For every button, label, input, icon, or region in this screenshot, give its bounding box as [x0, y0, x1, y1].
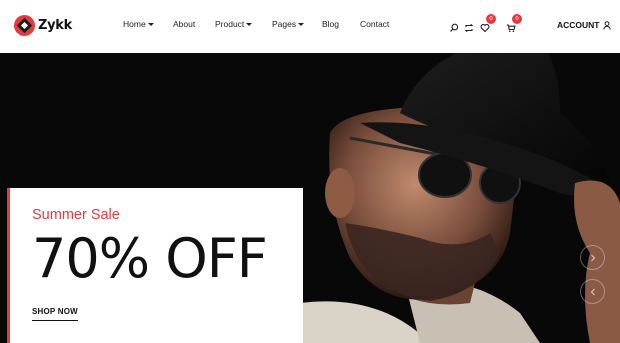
- user-icon: [602, 20, 611, 30]
- wishlist-button[interactable]: 0: [480, 14, 496, 33]
- promo-card: Summer Sale 70% OFF SHOP NOW: [7, 188, 303, 343]
- slider-next-button[interactable]: [580, 245, 605, 270]
- promo-title: 70% OFF: [32, 227, 268, 290]
- nav-label: Home: [123, 19, 146, 29]
- search-icon: [450, 23, 459, 32]
- nav-label: Contact: [360, 19, 390, 29]
- nav-item-product[interactable]: Product: [215, 19, 253, 29]
- wishlist-count-badge: 0: [486, 14, 496, 24]
- compare-button[interactable]: [464, 20, 474, 33]
- nav-label: Blog: [322, 19, 340, 29]
- chevron-left-icon: [590, 288, 595, 295]
- slider-prev-button[interactable]: [580, 279, 605, 304]
- nav-label: Product: [215, 19, 245, 29]
- cart-icon: [506, 24, 516, 33]
- brand-name: Zykk: [38, 18, 72, 33]
- heart-icon: [480, 23, 490, 33]
- nav-item-pages[interactable]: Pages: [272, 19, 305, 29]
- caret-down-icon: [147, 23, 154, 26]
- nav-item-blog[interactable]: Blog: [322, 19, 339, 29]
- search-button[interactable]: [449, 20, 459, 32]
- site-header: Zykk Home About Product Pages Blog Conta…: [0, 0, 620, 53]
- account-link[interactable]: ACCOUNT: [557, 20, 611, 30]
- logo-mark-icon: [14, 15, 35, 36]
- promo-subtitle: Summer Sale: [32, 207, 120, 223]
- nav-label: About: [173, 19, 196, 29]
- compare-icon: [464, 23, 474, 33]
- cart-count-badge: 0: [512, 14, 522, 24]
- nav-item-about[interactable]: About: [173, 19, 195, 29]
- shop-now-button[interactable]: SHOP NOW: [32, 307, 78, 321]
- chevron-right-icon: [590, 254, 595, 261]
- nav-label: Pages: [272, 19, 297, 29]
- logo[interactable]: Zykk: [14, 15, 72, 36]
- caret-down-icon: [246, 23, 253, 26]
- cart-button[interactable]: 0: [506, 14, 522, 33]
- account-label: ACCOUNT: [557, 20, 600, 30]
- nav-item-home[interactable]: Home: [123, 19, 154, 29]
- caret-down-icon: [298, 23, 305, 26]
- nav-item-contact[interactable]: Contact: [360, 19, 389, 29]
